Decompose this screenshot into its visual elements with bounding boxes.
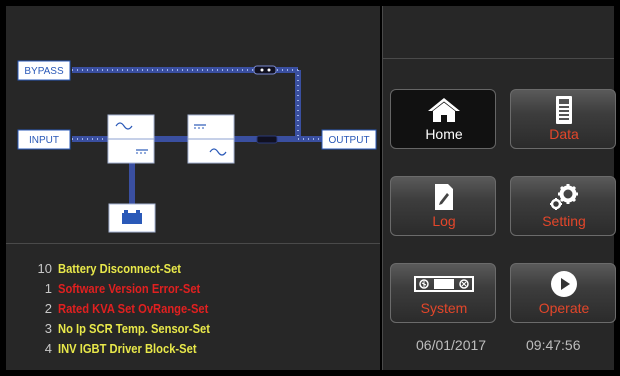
alarm-text: INV IGBT Driver Block-Set (58, 341, 197, 356)
alarm-number: 3 (44, 321, 52, 336)
alarm-text: Battery Disconnect-Set (58, 261, 182, 276)
operate-button[interactable]: Operate (510, 263, 616, 323)
alarm-item: 2 Rated KVA Set OvRange-Set (26, 299, 235, 319)
divider (382, 6, 383, 370)
setting-button[interactable]: Setting (510, 176, 616, 236)
home-icon (391, 96, 497, 124)
battery-meter-icon (511, 96, 617, 124)
alarm-item: 4 INV IGBT Driver Block-Set (26, 339, 235, 359)
gears-icon (511, 183, 617, 211)
system-label: System (420, 300, 468, 316)
svg-text:BYPASS: BYPASS (24, 66, 64, 77)
log-button[interactable]: Log (390, 176, 496, 236)
svg-text:INPUT: INPUT (29, 135, 59, 146)
rectifier-block (107, 114, 155, 164)
bypass-switch (253, 65, 277, 75)
alarm-item: 1 Software Version Error-Set (26, 279, 235, 299)
data-label: Data (549, 126, 579, 142)
alarm-item: 3 No Ip SCR Temp. Sensor-Set (26, 319, 235, 339)
system-button[interactable]: System (390, 263, 496, 323)
input-node: INPUT (17, 129, 71, 150)
status-panel: BYPASS INPUT OUTPUT 10 Battery Disconnec… (6, 6, 380, 370)
play-icon (511, 270, 617, 298)
time-display: 09:47:56 (526, 337, 581, 353)
alarm-text: Rated KVA Set OvRange-Set (58, 301, 209, 316)
alarm-number: 2 (44, 301, 52, 316)
alarm-text: Software Version Error-Set (58, 281, 201, 296)
alarm-text: No Ip SCR Temp. Sensor-Set (58, 321, 210, 336)
setting-label: Setting (542, 213, 586, 229)
battery-block (108, 203, 156, 233)
ups-screen: BYPASS INPUT OUTPUT 10 Battery Disconnec… (0, 0, 620, 376)
date-display: 06/01/2017 (416, 337, 487, 353)
divider (6, 243, 380, 244)
battery-icon (122, 213, 142, 224)
alarm-number: 4 (44, 341, 52, 356)
home-button[interactable]: Home (390, 89, 496, 149)
alarm-list: 10 Battery Disconnect-Set 1 Software Ver… (26, 259, 235, 359)
operate-label: Operate (538, 300, 590, 316)
system-icon (391, 270, 497, 298)
home-label: Home (425, 126, 463, 142)
log-edit-icon (391, 183, 497, 211)
header-area (382, 6, 614, 59)
inverter-block (187, 114, 235, 164)
data-button[interactable]: Data (510, 89, 616, 149)
log-label: Log (432, 213, 456, 229)
output-node: OUTPUT (321, 129, 377, 150)
alarm-number: 10 (37, 261, 52, 276)
alarm-number: 1 (44, 281, 52, 296)
ups-flow-diagram: BYPASS INPUT OUTPUT (17, 60, 377, 233)
svg-text:OUTPUT: OUTPUT (328, 135, 369, 146)
alarm-item: 10 Battery Disconnect-Set (26, 259, 235, 279)
inverter-switch (256, 135, 278, 144)
bypass-node: BYPASS (17, 60, 71, 81)
